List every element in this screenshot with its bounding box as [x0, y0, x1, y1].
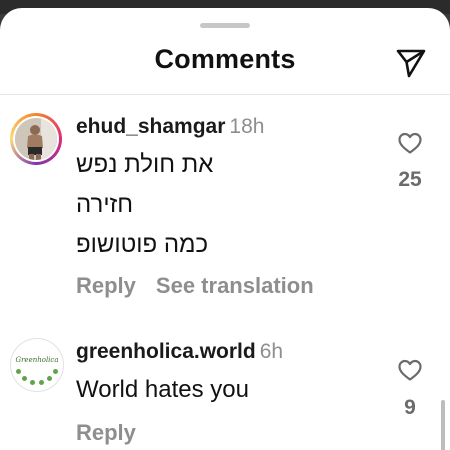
comment-text-line: את חולת נפש	[76, 151, 214, 178]
comment-username[interactable]: ehud_shamgar 18h	[76, 115, 264, 139]
username-text[interactable]: greenholica.world	[76, 340, 256, 363]
avatar-brand-text: Greenholica	[15, 356, 59, 364]
paper-plane-icon	[396, 49, 426, 78]
heart-outline-icon	[398, 359, 422, 381]
comment-text-line: World hates you	[76, 376, 249, 403]
comment-item: ehud_shamgar 18h את חולת נפש חזירה כמה פו…	[0, 103, 450, 313]
avatar[interactable]: Greenholica	[10, 338, 64, 392]
like-button[interactable]	[397, 358, 423, 382]
comment-text-line: חזירה	[76, 191, 134, 218]
sheet-title: Comments	[154, 44, 296, 74]
like-button[interactable]	[397, 131, 423, 155]
sheet-drag-handle[interactable]	[200, 23, 250, 28]
share-button[interactable]	[394, 45, 428, 79]
like-count: 9	[404, 396, 416, 419]
reply-button[interactable]: Reply	[76, 420, 136, 445]
see-translation-button[interactable]: See translation	[156, 273, 314, 298]
header-divider	[0, 94, 450, 95]
comment-time: 6h	[259, 340, 284, 363]
reply-button[interactable]: Reply	[76, 273, 136, 298]
comment-text-line: כמה פוטושופ	[76, 231, 209, 258]
comment-actions: Reply See translation	[76, 273, 314, 299]
username-text[interactable]: ehud_shamgar	[76, 115, 225, 138]
heart-outline-icon	[398, 132, 422, 154]
scrollbar[interactable]	[441, 400, 445, 450]
comment-actions: Reply	[76, 420, 136, 446]
avatar[interactable]	[10, 113, 62, 165]
like-count: 25	[398, 168, 422, 191]
comment-username[interactable]: greenholica.world 6h	[76, 340, 283, 364]
comments-sheet: Comments ehud_shamgar 18h את חולת נפש חז…	[0, 8, 450, 450]
comment-time: 18h	[229, 115, 265, 138]
comment-item: Greenholica greenholica.world 6h World ha…	[0, 328, 450, 450]
avatar-photo	[15, 118, 57, 160]
